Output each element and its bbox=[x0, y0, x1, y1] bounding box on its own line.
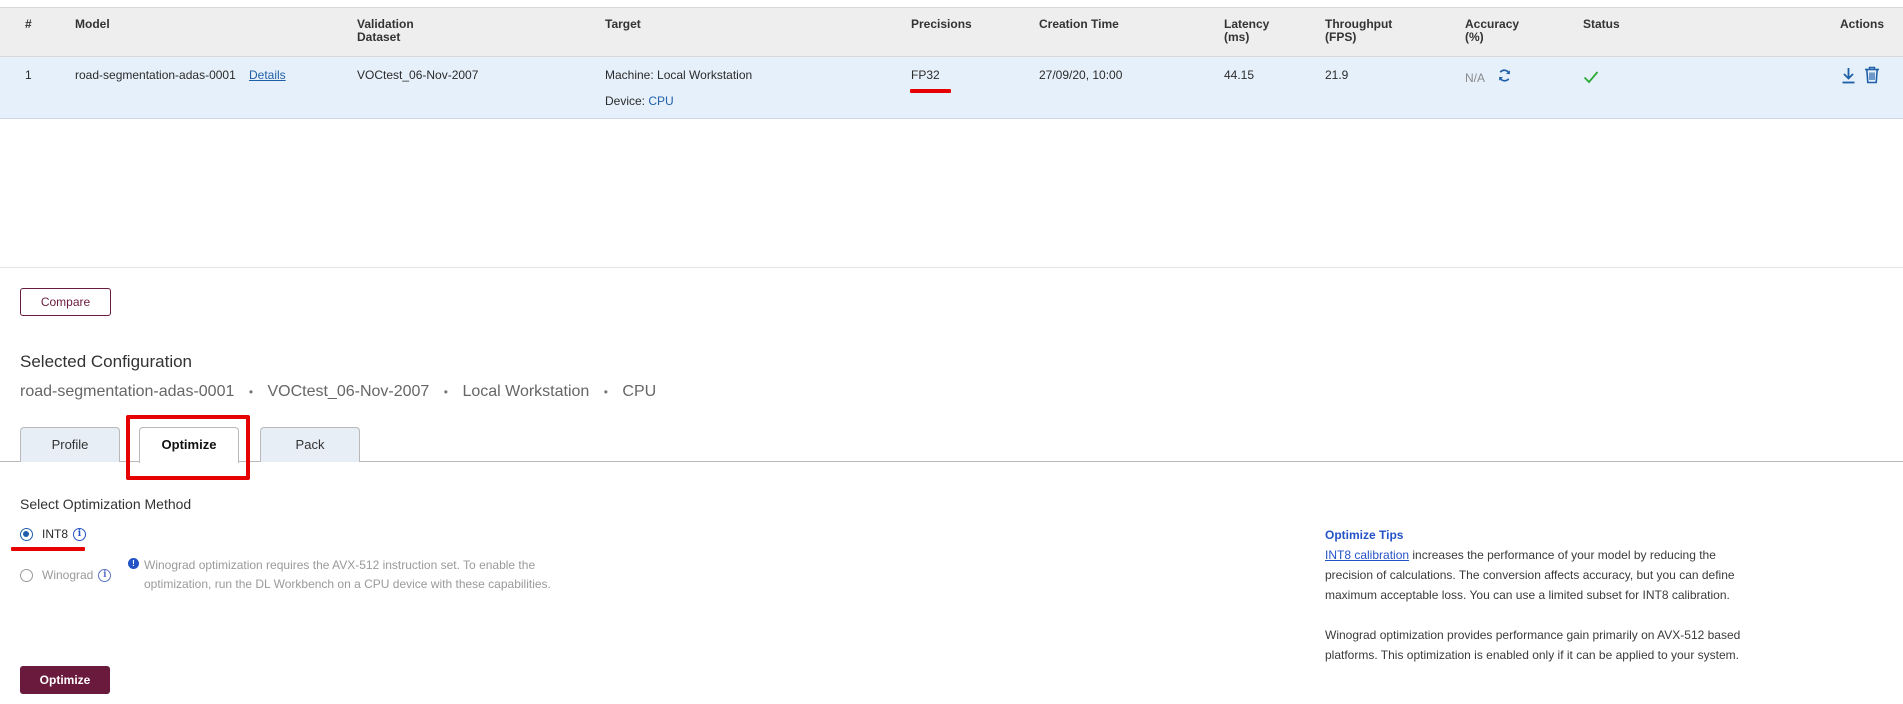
configurations-table: # Model Validation Dataset Target Precis… bbox=[0, 0, 1903, 268]
int8-option[interactable]: INT8 i bbox=[20, 527, 87, 541]
optimize-tips-title: Optimize Tips bbox=[1325, 528, 1404, 542]
compare-button[interactable]: Compare bbox=[20, 288, 111, 316]
header-target: Target bbox=[605, 17, 641, 31]
winograd-label: Winograd bbox=[42, 568, 94, 582]
row-model-name: road-segmentation-adas-0001 bbox=[75, 68, 236, 82]
int8-label: INT8 bbox=[42, 527, 69, 541]
details-link[interactable]: Details bbox=[249, 68, 286, 82]
table-header: # Model Validation Dataset Target Precis… bbox=[0, 7, 1903, 57]
winograd-option: Winograd i bbox=[20, 568, 112, 582]
winograd-warning-text: Winograd optimization requires the AVX-5… bbox=[144, 558, 551, 591]
header-index: # bbox=[25, 17, 32, 31]
optimize-tips-int8: INT8 calibration increases the performan… bbox=[1325, 548, 1735, 602]
row-latency: 44.15 bbox=[1224, 68, 1255, 82]
selected-configuration-breadcrumb: road-segmentation-adas-0001 • VOCtest_06… bbox=[20, 383, 657, 400]
success-check-icon bbox=[1583, 70, 1599, 89]
int8-calibration-link[interactable]: INT8 calibration bbox=[1325, 548, 1409, 562]
row-target-machine: Machine: Local Workstation bbox=[605, 68, 753, 82]
trash-icon[interactable] bbox=[1864, 66, 1880, 89]
header-status: Status bbox=[1583, 17, 1620, 31]
selected-device: CPU bbox=[622, 383, 657, 400]
header-validation-dataset: Validation Dataset bbox=[357, 17, 414, 44]
optimization-method-title: Select Optimization Method bbox=[20, 496, 192, 512]
winograd-info-icon[interactable]: i bbox=[98, 568, 112, 582]
optimize-tips-winograd: Winograd optimization provides performan… bbox=[1325, 628, 1741, 662]
row-index: 1 bbox=[25, 68, 32, 82]
row-device: Device: CPU bbox=[605, 94, 674, 108]
header-throughput: Throughput (FPS) bbox=[1325, 17, 1393, 44]
optimize-button[interactable]: Optimize bbox=[20, 666, 110, 694]
int8-radio[interactable] bbox=[20, 527, 33, 541]
header-actions: Actions bbox=[1840, 17, 1885, 31]
refresh-icon[interactable] bbox=[1497, 68, 1512, 88]
row-device-value: CPU bbox=[648, 94, 674, 108]
warning-icon: ! bbox=[128, 558, 139, 569]
tab-profile[interactable]: Profile bbox=[20, 427, 120, 462]
row-creation-time: 27/09/20, 10:00 bbox=[1039, 68, 1123, 82]
tab-pack[interactable]: Pack bbox=[260, 427, 360, 462]
header-latency: Latency (ms) bbox=[1224, 17, 1270, 44]
selected-dataset: VOCtest_06-Nov-2007 bbox=[267, 383, 430, 400]
precision-highlight-underline bbox=[910, 89, 951, 93]
table-row[interactable]: 1 road-segmentation-adas-0001 Details VO… bbox=[0, 57, 1903, 119]
int8-highlight-underline bbox=[11, 547, 85, 551]
selected-model: road-segmentation-adas-0001 bbox=[20, 383, 235, 400]
row-accuracy: N/A bbox=[1465, 71, 1486, 85]
optimize-tab-highlight-box bbox=[126, 415, 250, 480]
selected-configuration-title: Selected Configuration bbox=[20, 352, 193, 371]
header-model: Model bbox=[75, 17, 110, 31]
header-accuracy: Accuracy (%) bbox=[1465, 17, 1520, 44]
header-creation-time: Creation Time bbox=[1039, 17, 1119, 31]
header-precisions: Precisions bbox=[911, 17, 972, 31]
row-throughput: 21.9 bbox=[1325, 68, 1349, 82]
download-icon[interactable] bbox=[1841, 67, 1856, 89]
selected-machine: Local Workstation bbox=[462, 383, 590, 400]
row-dataset: VOCtest_06-Nov-2007 bbox=[357, 68, 479, 82]
int8-info-icon[interactable]: i bbox=[73, 527, 87, 541]
winograd-radio bbox=[20, 568, 33, 582]
row-precision: FP32 bbox=[911, 68, 940, 82]
